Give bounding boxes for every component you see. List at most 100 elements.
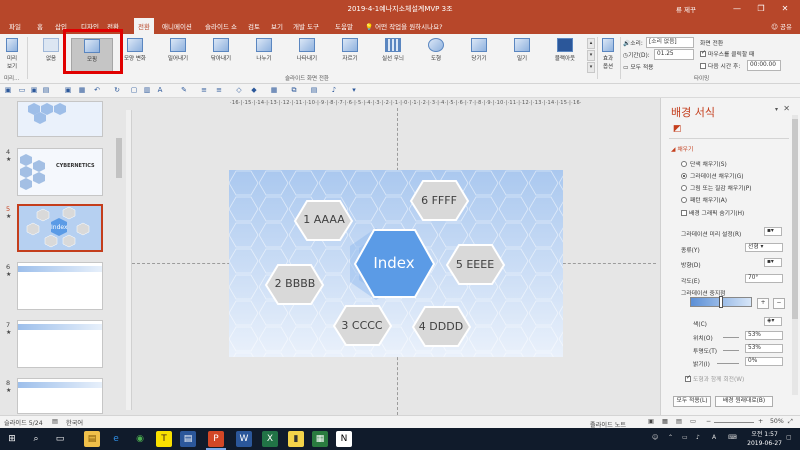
direction-dropdown[interactable]: ▪▾ [764, 258, 782, 267]
tab-slideshow[interactable]: 슬라이드 쇼 [205, 21, 237, 31]
user-name[interactable]: 류 제꾸 [676, 4, 696, 14]
tab-help[interactable]: 도움말 [335, 21, 353, 31]
save-icon[interactable]: ▣ [30, 86, 38, 94]
reading-view-icon[interactable]: ▤ [676, 418, 682, 425]
slide-thumbnail-6[interactable] [17, 262, 103, 310]
network-icon[interactable]: ▭ [682, 434, 688, 441]
transition-push[interactable]: 밀어내기 [157, 38, 199, 74]
open-folder-icon[interactable]: ▤ [42, 86, 50, 94]
tab-developer[interactable]: 개발 도구 [293, 21, 319, 31]
search-icon[interactable]: ⌕ [28, 431, 44, 447]
fill-bucket-icon[interactable]: ◩ [673, 124, 682, 134]
after-checkbox[interactable]: 다음 시간 후: [700, 61, 740, 70]
keyboard-icon[interactable]: ⌨ [728, 434, 737, 441]
transition-flash[interactable]: 블랙아웃 [544, 38, 586, 74]
sound-icon[interactable]: ♪ [330, 86, 338, 94]
close-icon[interactable]: ✕ [783, 104, 790, 113]
transition-cover[interactable]: 밀기 [501, 38, 543, 74]
gradient-stops-bar[interactable] [690, 296, 752, 308]
tray-chevron-icon[interactable]: ⌃ [668, 434, 673, 441]
gradient-fill-radio[interactable]: 그라데이션 채우기(G) [681, 171, 744, 180]
gallery-scroll-up[interactable]: ▴ [587, 38, 595, 49]
tab-animations[interactable]: 애니메이션 [162, 21, 192, 31]
edge-icon[interactable]: e [108, 431, 124, 447]
slide-thumbnail-5[interactable]: Index [17, 204, 103, 252]
format-icon[interactable]: ▦ [270, 86, 278, 94]
transition-reveal[interactable]: 나타내기 [286, 38, 328, 74]
redo-icon[interactable]: ↻ [113, 86, 121, 94]
current-slide[interactable]: 1 AAAA 2 BBBB 3 CCCC 4 DDDD 5 EEEE 6 FFF… [229, 170, 563, 357]
volume-icon[interactable]: ♪ [696, 434, 700, 441]
word-icon[interactable]: W [236, 431, 252, 447]
transition-uncover[interactable]: 당기기 [458, 38, 500, 74]
hide-bg-graphics-checkbox[interactable]: 배경 그래픽 숨기기(H) [681, 208, 744, 217]
align-icon[interactable]: ≡ [215, 86, 223, 94]
slide-thumbnail-8[interactable] [17, 378, 103, 414]
sorter-view-icon[interactable]: ▦ [662, 418, 668, 425]
chart-icon[interactable]: ▥ [143, 86, 151, 94]
scrollbar-thumb[interactable] [792, 119, 798, 319]
duration-input[interactable]: 01.25 [654, 49, 694, 60]
notification-icon[interactable]: ▢ [786, 434, 792, 441]
undo-icon[interactable]: ↶ [93, 86, 101, 94]
gallery-more[interactable]: ▾ [587, 62, 595, 73]
preview-button[interactable]: 미리 보기 [0, 38, 24, 74]
normal-view-icon[interactable]: ▣ [648, 418, 654, 425]
color-icon[interactable]: ◆ [250, 86, 258, 94]
app-icon[interactable]: ▤ [180, 431, 196, 447]
pattern-fill-radio[interactable]: 패턴 채우기(A) [681, 195, 727, 204]
solid-fill-radio[interactable]: 단색 채우기(S) [681, 159, 727, 168]
type-dropdown[interactable]: 선형 ▾ [745, 243, 783, 252]
shape-icon[interactable]: ▢ [130, 86, 138, 94]
position-input[interactable]: 53% [745, 331, 783, 340]
task-view-icon[interactable]: ▭ [52, 431, 68, 447]
pane-options-icon[interactable]: ▾ [775, 106, 778, 113]
clock[interactable]: 오전 1:57 2019-06-27 [747, 430, 782, 448]
tab-review[interactable]: 검토 [248, 21, 260, 31]
sound-dropdown[interactable]: [소리 없음] [646, 37, 694, 48]
start-button[interactable]: ⊞ [4, 431, 20, 447]
slide-thumbnail-7[interactable] [17, 320, 103, 368]
align-icon[interactable]: ≡ [200, 86, 208, 94]
scrollbar-thumb[interactable] [116, 138, 122, 178]
grid-icon[interactable]: ▦ [78, 86, 86, 94]
sticky-notes-icon[interactable]: ▮ [288, 431, 304, 447]
spellcheck-icon[interactable]: ▤ [52, 418, 58, 425]
transition-split[interactable]: 나누기 [243, 38, 285, 74]
rotate-with-shape-checkbox[interactable]: 도형과 함께 회전(W) [685, 374, 744, 383]
brightness-slider[interactable] [717, 363, 739, 364]
text-icon[interactable]: A [156, 86, 164, 94]
share-button[interactable]: ☺ 공유 [771, 21, 792, 31]
transparency-input[interactable]: 53% [745, 344, 783, 353]
color-picker[interactable]: ◈▾ [764, 317, 782, 326]
brightness-input[interactable]: 0% [745, 357, 783, 366]
kakaotalk-icon[interactable]: T [156, 431, 172, 447]
zoom-slider[interactable] [714, 422, 754, 423]
fit-to-window-icon[interactable]: ⤢ [788, 418, 793, 426]
ime-icon[interactable]: A [712, 434, 716, 441]
preset-gradients-dropdown[interactable]: ▪▾ [764, 227, 782, 236]
transition-wipe[interactable]: 닦아내기 [200, 38, 242, 74]
tell-me-box[interactable]: 💡 어떤 작업을 원하시나요? [365, 21, 443, 31]
tab-home[interactable]: 홈 [37, 21, 43, 31]
pane-scrollbar[interactable] [792, 115, 798, 395]
fill-section-header[interactable]: ◢ 채우기 [671, 144, 693, 153]
slide-thumbnail-4[interactable]: CYBERNETICS [17, 148, 103, 196]
after-time-input[interactable]: 00:00.00 [747, 60, 781, 71]
transparency-slider[interactable] [723, 350, 739, 351]
language-indicator[interactable]: 한국어 [66, 418, 83, 427]
angle-input[interactable]: 70° [745, 274, 783, 283]
new-icon[interactable]: ▭ [18, 86, 26, 94]
folder-icon[interactable]: ▤ [84, 431, 100, 447]
arrange-icon[interactable]: ▤ [310, 86, 318, 94]
tab-transitions[interactable]: 전환 [134, 18, 154, 34]
effect-options-button[interactable]: 효과 옵션 [597, 38, 619, 74]
app-icon[interactable]: ▦ [312, 431, 328, 447]
remove-stop-button[interactable]: − [773, 298, 785, 309]
picture-fill-radio[interactable]: 그림 또는 질감 채우기(P) [681, 183, 752, 192]
transition-shape[interactable]: 도형 [415, 38, 457, 74]
slideshow-icon[interactable]: ▭ [690, 418, 696, 425]
thumbnails-scrollbar[interactable] [115, 98, 123, 415]
transition-cut[interactable]: 자르기 [329, 38, 371, 74]
restore-button[interactable]: ❐ [754, 2, 768, 15]
